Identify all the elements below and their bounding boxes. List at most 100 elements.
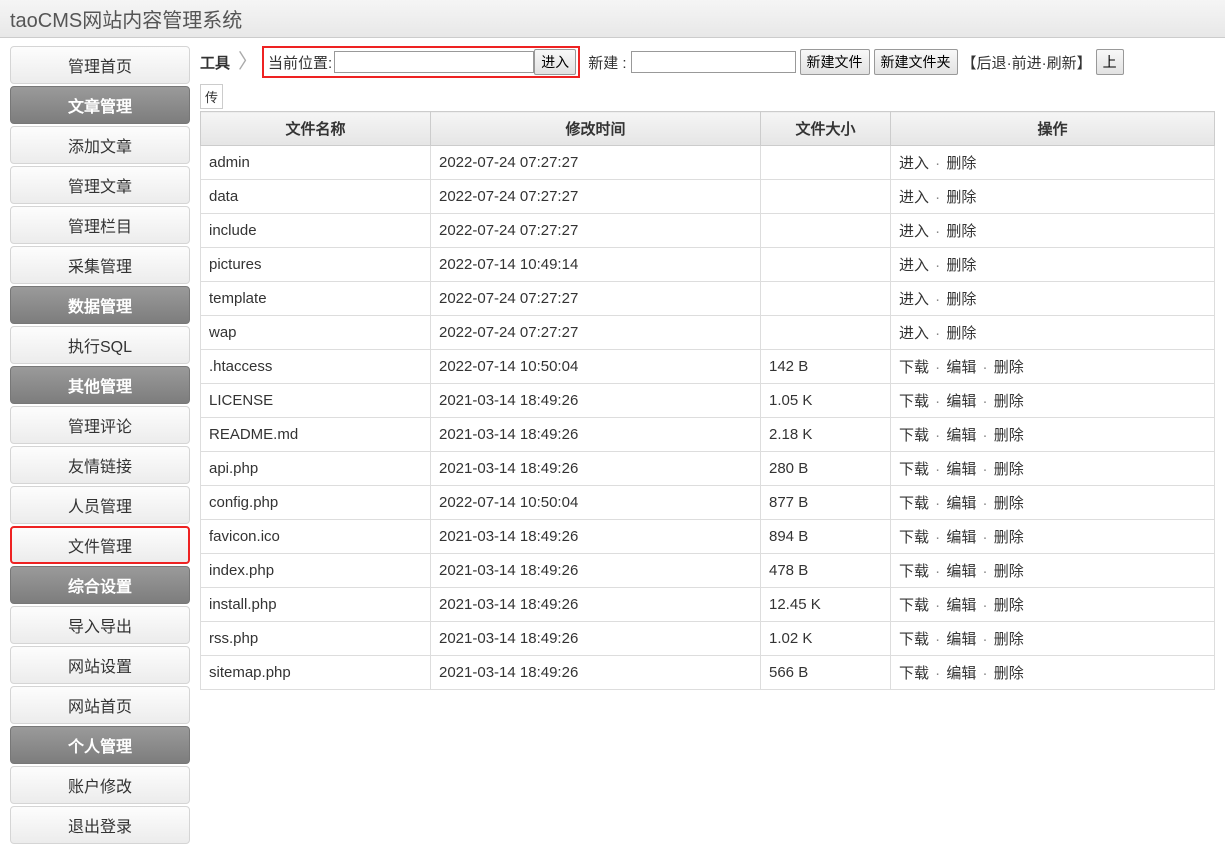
op-delete[interactable]: 删除 [946,223,976,240]
op-edit[interactable]: 编辑 [946,393,976,410]
sep: · [929,461,946,478]
sidebar-item-3[interactable]: 管理文章 [10,166,190,204]
op-download[interactable]: 下载 [899,631,929,648]
op-edit[interactable]: 编辑 [946,597,976,614]
path-box: 当前位置: 进入 [262,46,580,78]
op-edit[interactable]: 编辑 [946,631,976,648]
sidebar-item-19[interactable]: 退出登录 [10,806,190,844]
cell-name: install.php [201,588,431,622]
cell-name: pictures [201,248,431,282]
cell-time: 2021-03-14 18:49:26 [431,656,761,690]
op-download[interactable]: 下载 [899,427,929,444]
sep: · [929,529,946,546]
op-delete[interactable]: 删除 [994,597,1024,614]
sidebar-item-8[interactable]: 其他管理 [10,366,190,404]
sep: · [976,529,993,546]
cell-ops: 下载 · 编辑 · 删除 [891,588,1215,622]
sep: · [929,495,946,512]
op-download[interactable]: 下载 [899,529,929,546]
up-button[interactable]: 上 [1096,49,1124,75]
sep: · [976,359,993,376]
sidebar-item-16[interactable]: 网站首页 [10,686,190,724]
new-label: 新建 : [588,52,626,73]
table-row: LICENSE2021-03-14 18:49:261.05 K下载 · 编辑 … [201,384,1215,418]
sidebar-item-6[interactable]: 数据管理 [10,286,190,324]
op-delete[interactable]: 删除 [994,495,1024,512]
sidebar-item-9[interactable]: 管理评论 [10,406,190,444]
nav-back[interactable]: 后退 [977,55,1007,72]
new-input[interactable] [631,51,796,73]
new-folder-button[interactable]: 新建文件夹 [874,49,958,75]
op-delete[interactable]: 删除 [994,631,1024,648]
cell-time: 2021-03-14 18:49:26 [431,554,761,588]
op-delete[interactable]: 删除 [994,665,1024,682]
sidebar-item-10[interactable]: 友情链接 [10,446,190,484]
sep: · [976,495,993,512]
cell-time: 2021-03-14 18:49:26 [431,520,761,554]
cell-size [761,146,891,180]
op-enter[interactable]: 进入 [899,325,929,342]
tool-label: 工具 [200,52,234,73]
op-delete[interactable]: 删除 [994,393,1024,410]
op-download[interactable]: 下载 [899,495,929,512]
op-delete[interactable]: 删除 [946,325,976,342]
cell-name: sitemap.php [201,656,431,690]
sidebar-item-4[interactable]: 管理栏目 [10,206,190,244]
path-input[interactable] [334,51,534,73]
cell-time: 2021-03-14 18:49:26 [431,452,761,486]
op-download[interactable]: 下载 [899,359,929,376]
upload-button[interactable]: 传 [200,84,223,109]
op-enter[interactable]: 进入 [899,291,929,308]
cell-time: 2022-07-14 10:50:04 [431,350,761,384]
op-delete[interactable]: 删除 [946,189,976,206]
sidebar-item-5[interactable]: 采集管理 [10,246,190,284]
op-delete[interactable]: 删除 [994,563,1024,580]
sidebar-item-12[interactable]: 文件管理 [10,526,190,564]
sidebar-item-7[interactable]: 执行SQL [10,326,190,364]
op-edit[interactable]: 编辑 [946,427,976,444]
sidebar-item-18[interactable]: 账户修改 [10,766,190,804]
cell-time: 2022-07-14 10:49:14 [431,248,761,282]
op-delete[interactable]: 删除 [994,427,1024,444]
op-download[interactable]: 下载 [899,563,929,580]
op-edit[interactable]: 编辑 [946,359,976,376]
op-delete[interactable]: 删除 [994,529,1024,546]
nav-refresh[interactable]: 刷新 [1047,55,1077,72]
op-delete[interactable]: 删除 [994,359,1024,376]
new-file-button[interactable]: 新建文件 [800,49,870,75]
sidebar-item-13[interactable]: 综合设置 [10,566,190,604]
op-delete[interactable]: 删除 [946,155,976,172]
op-edit[interactable]: 编辑 [946,461,976,478]
op-enter[interactable]: 进入 [899,189,929,206]
op-edit[interactable]: 编辑 [946,495,976,512]
op-download[interactable]: 下载 [899,393,929,410]
sidebar-item-1[interactable]: 文章管理 [10,86,190,124]
op-enter[interactable]: 进入 [899,155,929,172]
sidebar-item-17[interactable]: 个人管理 [10,726,190,764]
op-download[interactable]: 下载 [899,597,929,614]
cell-size: 280 B [761,452,891,486]
op-delete[interactable]: 删除 [994,461,1024,478]
op-delete[interactable]: 删除 [946,291,976,308]
nav-forward[interactable]: 前进 [1012,55,1042,72]
op-download[interactable]: 下载 [899,665,929,682]
sidebar-item-11[interactable]: 人员管理 [10,486,190,524]
sep: · [929,325,946,342]
op-edit[interactable]: 编辑 [946,563,976,580]
op-edit[interactable]: 编辑 [946,529,976,546]
cell-name: README.md [201,418,431,452]
sep: · [976,427,993,444]
th-size: 文件大小 [761,112,891,146]
cell-ops: 下载 · 编辑 · 删除 [891,350,1215,384]
op-download[interactable]: 下载 [899,461,929,478]
cell-size: 142 B [761,350,891,384]
sidebar-item-14[interactable]: 导入导出 [10,606,190,644]
sidebar-item-2[interactable]: 添加文章 [10,126,190,164]
sidebar-item-15[interactable]: 网站设置 [10,646,190,684]
op-edit[interactable]: 编辑 [946,665,976,682]
op-enter[interactable]: 进入 [899,223,929,240]
enter-button[interactable]: 进入 [534,49,576,75]
op-enter[interactable]: 进入 [899,257,929,274]
sidebar-item-0[interactable]: 管理首页 [10,46,190,84]
op-delete[interactable]: 删除 [946,257,976,274]
